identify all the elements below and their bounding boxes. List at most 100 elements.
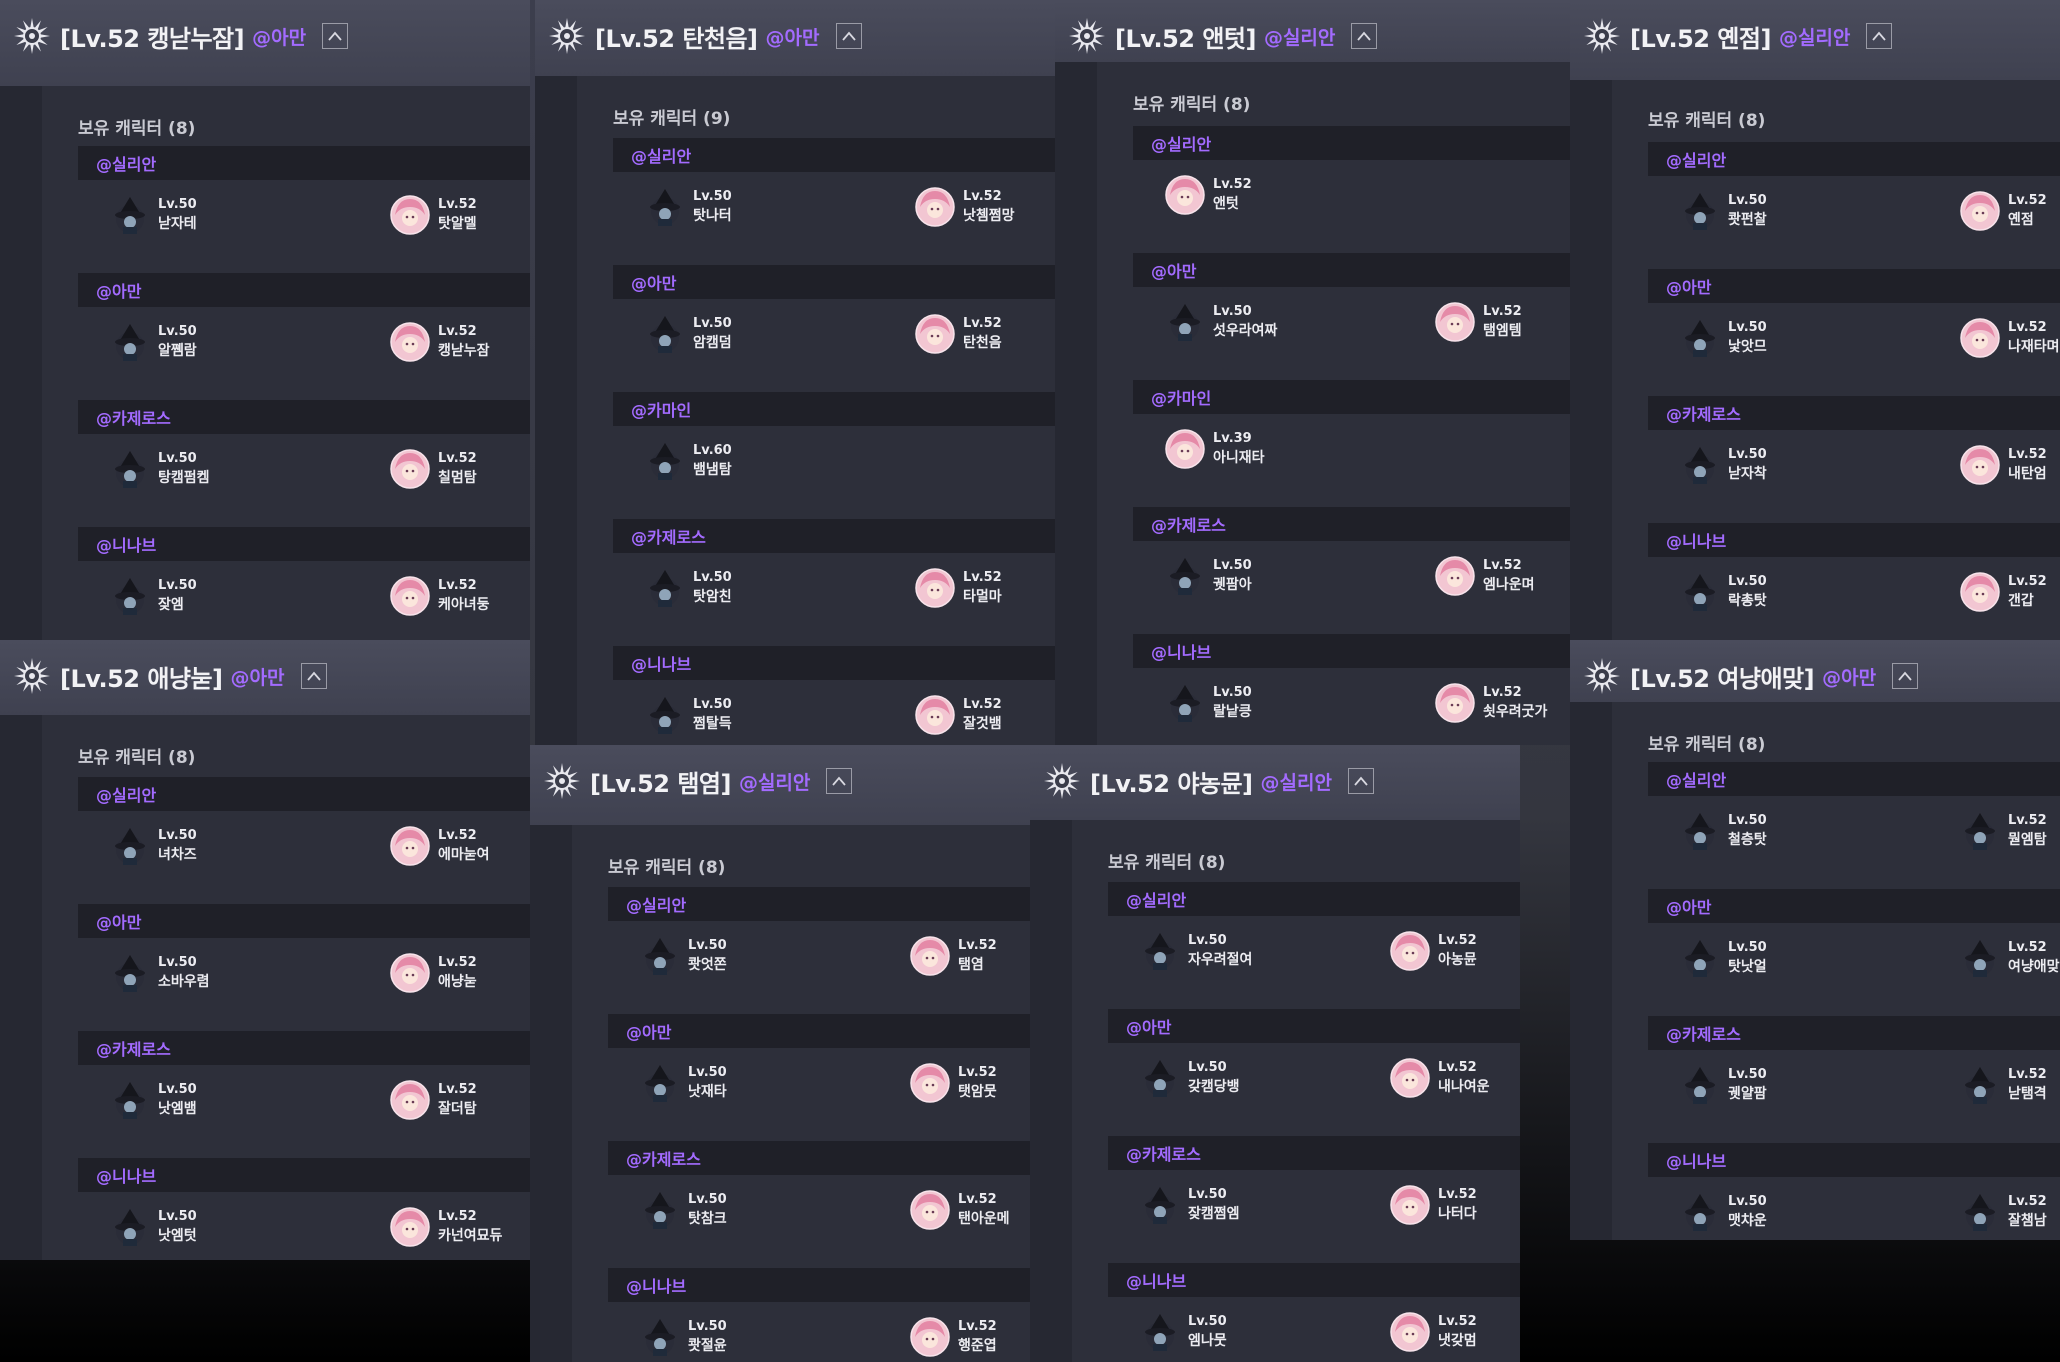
character-entry[interactable]: Lv.50 탓낫얼 — [1680, 935, 1767, 981]
character-count-value: (8) — [698, 858, 726, 878]
character-entry[interactable]: Lv.52 낟탬격 — [1960, 1062, 2047, 1108]
collapse-button[interactable] — [1892, 663, 1919, 689]
character-entry[interactable]: Lv.52 뭗엠탐 — [1960, 808, 2047, 854]
guild-title-bar: [Lv.52 캥낟누잠] @아만 — [12, 16, 349, 56]
character-info: Lv.52 잘것뱀 — [963, 697, 1002, 733]
character-entry[interactable]: Lv.52 칠멈탐 — [390, 446, 477, 492]
character-entry[interactable]: Lv.50 소바우렴 — [110, 950, 210, 996]
character-entry[interactable]: Lv.52 내탄엄 — [1960, 442, 2047, 488]
character-entry[interactable]: Lv.52 쇳우려굿가 — [1435, 680, 1547, 726]
character-entry[interactable]: Lv.52 낫쳄쩜망 — [915, 184, 1015, 230]
character-entry[interactable]: Lv.50 낫엠텃 — [110, 1204, 197, 1250]
server-name: @실리안 — [626, 896, 687, 915]
character-entry[interactable]: Lv.50 낟자착 — [1680, 442, 1767, 488]
character-entry[interactable]: Lv.52 탬엠템 — [1435, 299, 1522, 345]
character-entry[interactable]: Lv.52 엠나운며 — [1435, 553, 1535, 599]
character-entry[interactable]: Lv.52 잘더탐 — [390, 1077, 477, 1123]
character-level: Lv.50 — [1213, 304, 1252, 319]
character-level: Lv.52 — [963, 316, 1002, 331]
character-entry[interactable]: Lv.50 궷팜아 — [1165, 553, 1252, 599]
witch-hat-avatar-icon — [650, 316, 680, 353]
character-level: Lv.50 — [688, 938, 727, 953]
collapse-button[interactable] — [826, 768, 853, 794]
character-entry[interactable]: Lv.52 갠갑 — [1960, 569, 2047, 615]
character-count: 보유 캐릭터 (9) — [613, 104, 730, 129]
character-entry[interactable]: Lv.52 탠아운메 — [910, 1187, 1010, 1233]
character-level: Lv.52 — [963, 697, 1002, 712]
character-entry[interactable]: Lv.50 쾃엇쫀 — [640, 933, 727, 979]
character-entry[interactable]: Lv.52 캥낟누잠 — [390, 319, 490, 365]
character-info: Lv.50 맷챠운 — [1728, 1194, 1767, 1230]
character-entry[interactable]: Lv.50 낯앗므 — [1680, 315, 1767, 361]
server-name: @니나브 — [626, 1277, 687, 1296]
character-entry[interactable]: Lv.52 카넌여묘듀 — [390, 1204, 502, 1250]
character-entry[interactable]: Lv.52 행준엽 — [910, 1314, 997, 1360]
character-entry[interactable]: Lv.50 섯우라여짜 — [1165, 299, 1277, 345]
server-name: @아만 — [631, 274, 677, 293]
character-level: Lv.52 — [2008, 940, 2047, 955]
character-entry[interactable]: Lv.50 잦엠 — [110, 573, 197, 619]
character-entry[interactable]: Lv.50 랄낱킁 — [1165, 680, 1252, 726]
character-entry[interactable]: Lv.52 탓알멜 — [390, 192, 477, 238]
character-entry[interactable]: Lv.50 낟자테 — [110, 192, 197, 238]
character-entry[interactable]: Lv.52 나터다 — [1390, 1182, 1477, 1228]
character-entry[interactable]: Lv.50 궷얄팜 — [1680, 1062, 1767, 1108]
character-entry[interactable]: Lv.50 녀차즈 — [110, 823, 197, 869]
character-entry[interactable]: Lv.50 쩜탈득 — [645, 692, 732, 738]
collapse-button[interactable] — [1347, 768, 1374, 794]
character-entry[interactable]: Lv.52 애냥눋 — [390, 950, 477, 996]
collapse-button[interactable] — [300, 663, 327, 689]
character-count: 보유 캐릭터 (8) — [608, 853, 725, 878]
character-entry[interactable]: Lv.52 에마눋여 — [390, 823, 490, 869]
character-entry[interactable]: Lv.52 나재타며 — [1960, 315, 2060, 361]
character-entry[interactable]: Lv.50 낫재타 — [640, 1060, 727, 1106]
character-entry[interactable]: Lv.50 탕캠펌켐 — [110, 446, 210, 492]
character-name: 칠멈탐 — [438, 470, 477, 486]
character-entry[interactable]: Lv.52 냇갖멈 — [1390, 1309, 1477, 1355]
character-entry[interactable]: Lv.52 옌점 — [1960, 188, 2047, 234]
character-count: 보유 캐릭터 (8) — [1648, 730, 1765, 755]
collapse-button[interactable] — [835, 23, 862, 49]
character-entry[interactable]: Lv.50 암캠덤 — [645, 311, 732, 357]
guild-owner: @실리안 — [1263, 26, 1336, 49]
character-entry[interactable]: Lv.50 낫엠뱀 — [110, 1077, 197, 1123]
witch-hat-avatar-icon — [115, 1209, 145, 1246]
character-entry[interactable]: Lv.50 철층탓 — [1680, 808, 1767, 854]
character-entry[interactable]: Lv.52 타멀마 — [915, 565, 1002, 611]
character-name: 낟자착 — [1728, 466, 1767, 482]
character-info: Lv.52 잘챔남 — [2008, 1194, 2047, 1230]
character-entry[interactable]: Lv.50 알쪰람 — [110, 319, 197, 365]
character-entry[interactable]: Lv.52 앤텃 — [1165, 172, 1252, 218]
character-entry[interactable]: Lv.50 탓암친 — [645, 565, 732, 611]
character-entry[interactable]: Lv.52 탯암뭇 — [910, 1060, 997, 1106]
character-name: 알쪰람 — [158, 343, 197, 359]
character-entry[interactable]: Lv.60 뱀냄탐 — [645, 438, 732, 484]
character-entry[interactable]: Lv.50 쾃펀찰 — [1680, 188, 1767, 234]
character-entry[interactable]: Lv.52 탬염 — [910, 933, 997, 979]
character-entry[interactable]: Lv.50 쾃절윤 — [640, 1314, 727, 1360]
character-entry[interactable]: Lv.52 잘것뱀 — [915, 692, 1002, 738]
character-entry[interactable]: Lv.50 탓참크 — [640, 1187, 727, 1233]
character-entry[interactable]: Lv.50 엠나뭇 — [1140, 1309, 1227, 1355]
witch-hat-avatar-icon — [650, 697, 680, 734]
character-entry[interactable]: Lv.50 갖캠당뱅 — [1140, 1055, 1240, 1101]
character-entry[interactable]: Lv.50 자우려절여 — [1140, 928, 1252, 974]
character-entry[interactable]: Lv.52 여냥애맞 — [1960, 935, 2060, 981]
character-entry[interactable]: Lv.39 아니재타 — [1165, 426, 1265, 472]
server-name: @아만 — [1666, 898, 1712, 917]
character-entry[interactable]: Lv.50 락총탓 — [1680, 569, 1767, 615]
panel-body: 보유 캐릭터 (8) @실리안 Lv.50 철층탓 Lv.52 뭗엠탐 @아만 Lv.50 탓낫… — [1570, 702, 2060, 1240]
character-entry[interactable]: Lv.52 내나여운 — [1390, 1055, 1490, 1101]
character-entry[interactable]: Lv.50 맷챠운 — [1680, 1189, 1767, 1235]
character-name: 아농뮨 — [1438, 952, 1477, 968]
character-entry[interactable]: Lv.52 탄천음 — [915, 311, 1002, 357]
character-entry[interactable]: Lv.52 잘챔남 — [1960, 1189, 2047, 1235]
character-name: 타멀마 — [963, 589, 1002, 605]
character-entry[interactable]: Lv.50 잦캠쩜엠 — [1140, 1182, 1240, 1228]
collapse-button[interactable] — [322, 23, 349, 49]
character-entry[interactable]: Lv.52 아농뮨 — [1390, 928, 1477, 974]
character-entry[interactable]: Lv.52 케아녀둥 — [390, 573, 490, 619]
character-entry[interactable]: Lv.50 탓나터 — [645, 184, 732, 230]
collapse-button[interactable] — [1351, 23, 1378, 49]
collapse-button[interactable] — [1866, 23, 1893, 49]
